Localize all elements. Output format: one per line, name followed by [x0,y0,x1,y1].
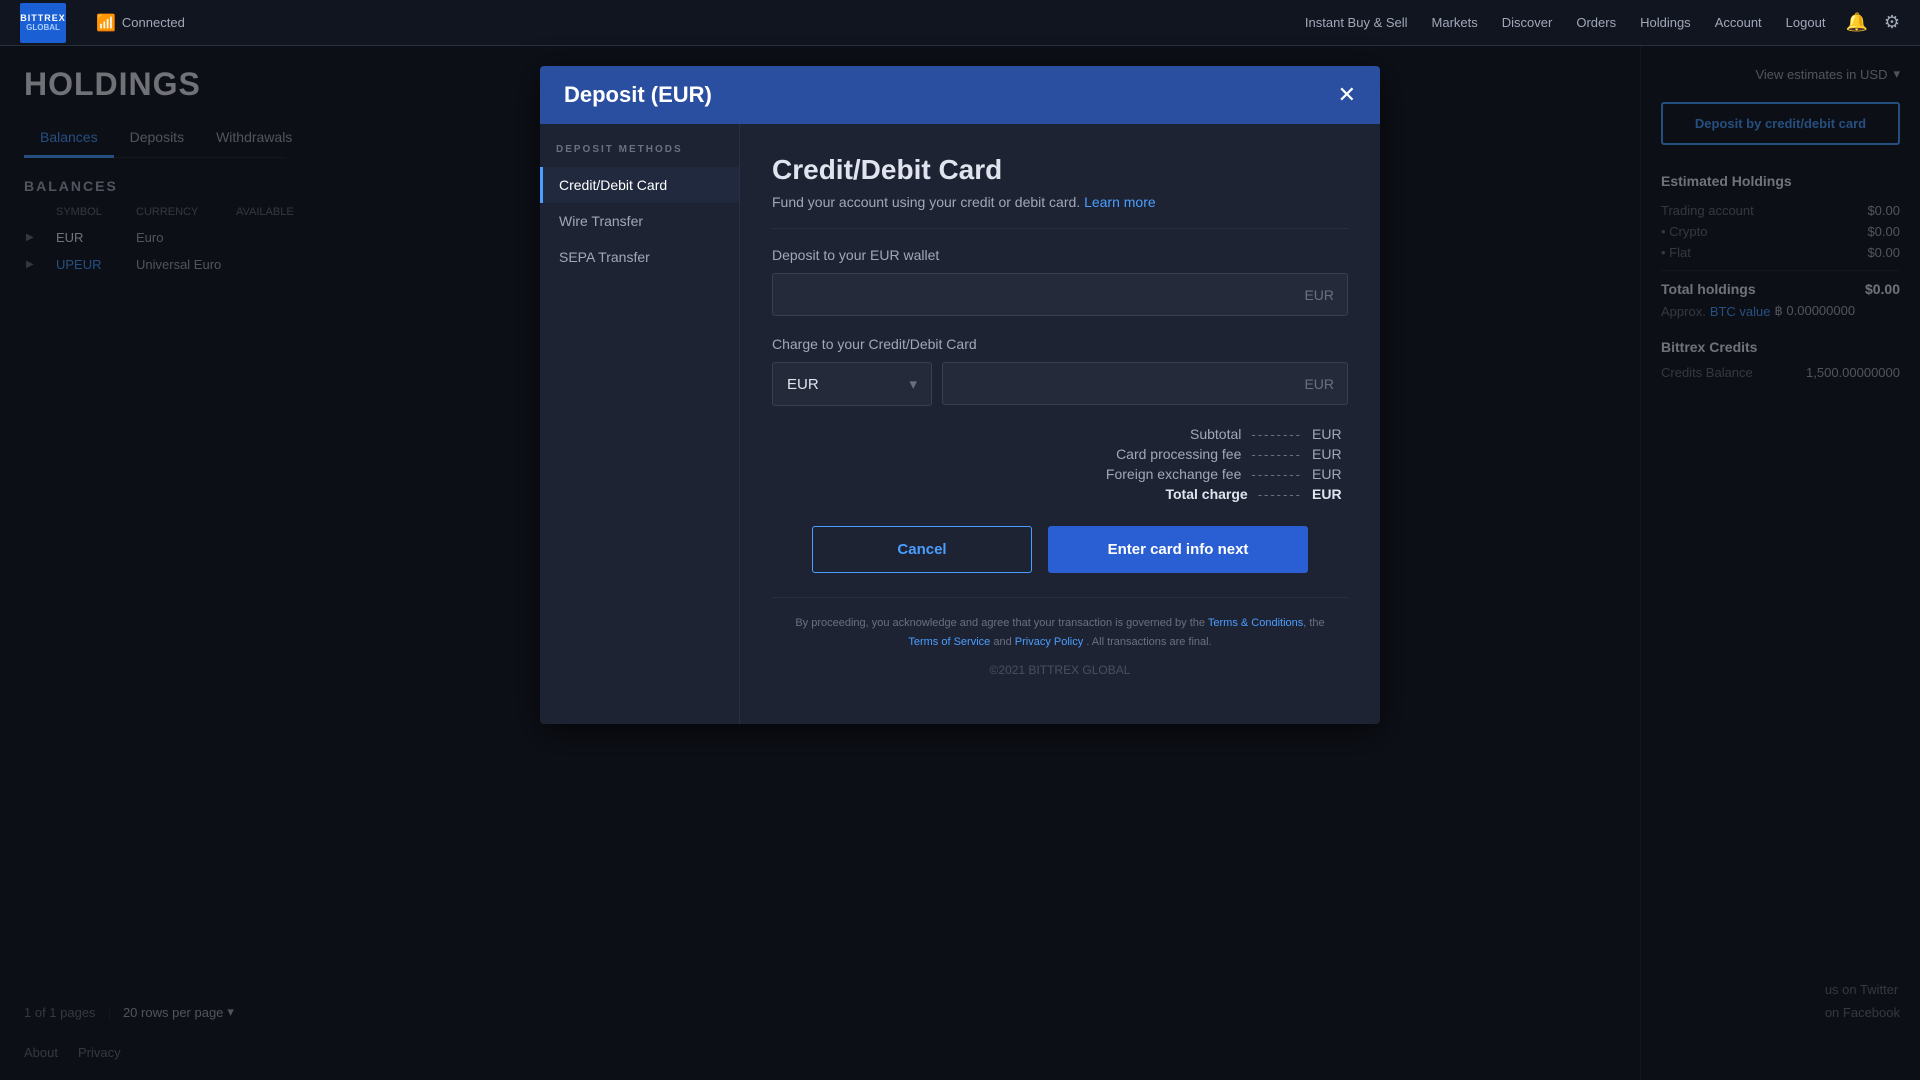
modal-actions: Cancel Enter card info next [772,526,1348,573]
card-fee-row: Card processing fee -------- EUR [1068,446,1348,462]
charge-label: Charge to your Credit/Debit Card [772,336,1348,352]
deposit-modal: Deposit (EUR) ✕ DEPOSIT METHODS Credit/D… [540,66,1380,724]
nav-holdings[interactable]: Holdings [1640,15,1691,30]
subtotal-dashes: -------- [1251,427,1302,442]
currency-select-dropdown[interactable]: EUR ▾ [772,362,932,406]
subtotal-row: Subtotal -------- EUR [1068,426,1348,442]
total-charge-row: Total charge ------- EUR [1068,486,1348,502]
subtotal-label: Subtotal [1068,426,1241,442]
chevron-down-icon: ▾ [909,375,917,393]
wifi-icon: 📶 [96,13,116,33]
subtotal-currency: EUR [1312,426,1348,442]
fx-fee-dashes: -------- [1251,467,1302,482]
deposit-amount-input[interactable] [772,273,1348,316]
bell-icon[interactable]: 🔔 [1845,12,1867,33]
deposit-wallet-label: Deposit to your EUR wallet [772,247,1348,263]
fx-fee-label: Foreign exchange fee [1068,466,1241,482]
privacy-policy-link[interactable]: Privacy Policy [1015,636,1083,648]
charge-amount-group: EUR [942,362,1348,406]
fx-fee-row: Foreign exchange fee -------- EUR [1068,466,1348,482]
modal-overlay: Deposit (EUR) ✕ DEPOSIT METHODS Credit/D… [0,46,1920,1080]
modal-header: Deposit (EUR) ✕ [540,66,1380,124]
total-dashes: ------- [1258,487,1302,502]
nav-instant-buy-sell[interactable]: Instant Buy & Sell [1305,15,1408,30]
nav-account[interactable]: Account [1715,15,1762,30]
deposit-methods-label: DEPOSIT METHODS [540,144,739,167]
nav-discover[interactable]: Discover [1502,15,1553,30]
card-fee-dashes: -------- [1251,447,1302,462]
modal-copyright: ©2021 BITTREX GLOBAL [772,651,1348,681]
charge-amount-input[interactable] [942,362,1348,405]
charge-currency-suffix: EUR [1304,376,1334,392]
terms-service-link[interactable]: Terms of Service [908,636,990,648]
modal-footer-text: By proceeding, you acknowledge and agree… [772,614,1348,651]
nav-markets[interactable]: Markets [1432,15,1478,30]
deposit-currency-suffix: EUR [1304,287,1334,303]
divider [772,228,1348,229]
connected-badge: 📶 Connected [96,13,185,33]
modal-close-button[interactable]: ✕ [1338,84,1356,106]
card-subtitle: Fund your account using your credit or d… [772,194,1348,210]
connected-label: Connected [122,15,185,30]
gear-icon[interactable]: ⚙ [1884,12,1900,33]
nav-logout[interactable]: Logout [1786,15,1826,30]
top-nav: BITTREX GLOBAL 📶 Connected Instant Buy &… [0,0,1920,46]
modal-title: Deposit (EUR) [564,82,712,108]
method-credit-debit-card[interactable]: Credit/Debit Card [540,167,739,203]
logo: BITTREX GLOBAL [20,3,66,43]
card-fee-label: Card processing fee [1068,446,1241,462]
card-section-title: Credit/Debit Card [772,154,1348,186]
method-wire-transfer[interactable]: Wire Transfer [540,203,739,239]
deposit-methods-panel: DEPOSIT METHODS Credit/Debit Card Wire T… [540,124,740,724]
top-nav-links: Instant Buy & Sell Markets Discover Orde… [1305,15,1826,30]
fx-fee-currency: EUR [1312,466,1348,482]
nav-icons: 🔔 ⚙ [1845,12,1900,33]
total-currency: EUR [1312,486,1348,502]
modal-footer-divider [772,597,1348,598]
charge-row: EUR ▾ EUR [772,362,1348,406]
learn-more-link[interactable]: Learn more [1084,194,1156,210]
deposit-amount-group: EUR [772,273,1348,316]
modal-body: DEPOSIT METHODS Credit/Debit Card Wire T… [540,124,1380,724]
enter-card-info-button[interactable]: Enter card info next [1048,526,1308,573]
modal-form-content: Credit/Debit Card Fund your account usin… [740,124,1380,724]
total-charge-label: Total charge [1068,486,1248,502]
method-sepa-transfer[interactable]: SEPA Transfer [540,239,739,275]
nav-orders[interactable]: Orders [1576,15,1616,30]
cancel-button[interactable]: Cancel [812,526,1032,573]
terms-conditions-link[interactable]: Terms & Conditions [1208,617,1303,629]
fee-summary: Subtotal -------- EUR Card processing fe… [772,426,1348,502]
logo-area: BITTREX GLOBAL [20,3,66,43]
card-fee-currency: EUR [1312,446,1348,462]
